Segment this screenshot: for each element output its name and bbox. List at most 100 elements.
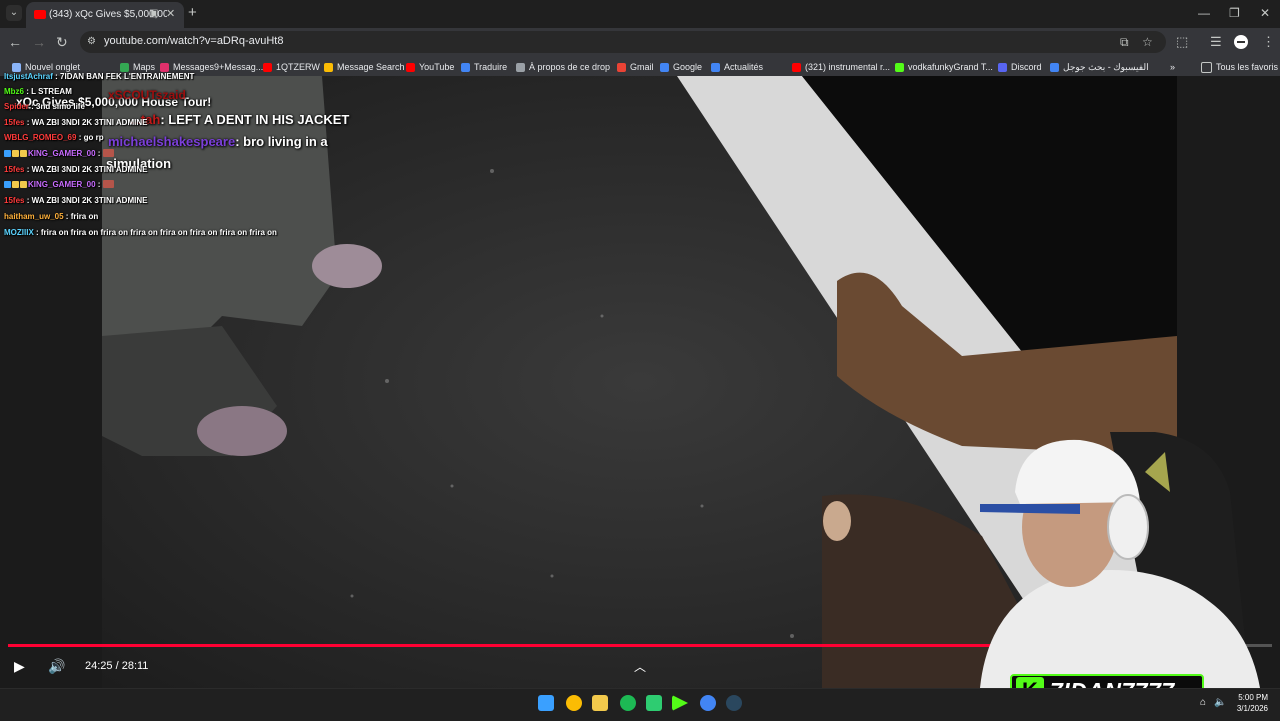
chat-text: : [95,180,103,189]
bookmark-label: Maps [133,62,156,72]
chat-message: WBLG_ROMEO_69 : go rp [4,133,104,142]
bookmark-item[interactable]: Discord [998,60,1042,74]
emote-icon [102,149,114,157]
menu-icon[interactable]: ⋮ [1262,34,1275,50]
chat-badge-icon [4,150,11,157]
overlay-chat-user: xSCOUTszaid [108,88,186,102]
play-icon[interactable]: ▶ [14,658,25,675]
chat-message: 15fes : WA ZBI 3NDI 2K 3TINI ADMINE [4,118,147,127]
bookmark-item[interactable]: vodkafunkyGrand T... [895,60,993,74]
bookmark-item[interactable]: YouTube [406,60,454,74]
back-icon[interactable]: ← [8,34,22,50]
youtube-icon [406,62,415,72]
current-time: 24:25 [85,660,113,672]
chat-username: WBLG_ROMEO_69 [4,133,77,142]
overlay-chat-line: michaelshakespeare: bro living in a [108,134,328,149]
duration: 28:11 [121,660,149,672]
site-info-icon[interactable]: ⚙ [87,36,96,47]
grid-icon [12,62,21,72]
bookmark-label: 1QTZERW [276,62,320,72]
bookmark-item[interactable]: الفيسبوك - بحث جوجل [1050,60,1149,74]
bookmark-item[interactable]: (321) instrumental r... [792,60,890,74]
bookmark-label: YouTube [419,62,455,72]
close-tab-icon[interactable]: ✕ [166,7,175,20]
bookmark-label: Messages9+Messag... [173,62,264,72]
chat-text: : 3nd simo life [28,102,85,111]
bookmark-label: Traduire [474,62,508,72]
spotify-icon[interactable] [620,695,636,711]
maps-icon [120,62,129,72]
bookmark-item[interactable]: Message Search [324,60,405,74]
profile-avatar[interactable] [1234,35,1248,49]
close-window-icon[interactable]: ✕ [1260,6,1270,20]
chat-text: : [95,149,103,158]
news-icon [711,62,720,72]
chat-message: ItsjustAchraf : 7IDAN BAN FEK L'ENTRAINE… [4,72,194,81]
steam-icon[interactable] [726,695,742,711]
tab-active[interactable]: (343) xQc Gives $5,000,000 ▣ ✕ [26,2,184,28]
youtube-icon [792,62,801,72]
bookmark-label: À propos de ce drop [529,62,611,72]
gmail-icon [617,62,626,72]
bookmark-label: Nouvel onglet [25,62,81,72]
bookmark-label: Message Search [337,62,405,72]
windows-start-icon[interactable] [538,695,554,711]
chat-message: KING_GAMER_00 : [4,149,115,158]
chrome-active-icon[interactable] [700,695,716,711]
bookmark-item[interactable]: 1QTZERW [263,60,320,74]
bookmark-star-icon[interactable]: ☆ [1142,35,1153,49]
bookmark-item[interactable]: Gmail [617,60,654,74]
system-clock[interactable]: 5:00 PM 3/1/2026 [1226,692,1268,714]
bookmark-label: Google [673,62,703,72]
chat-message: haitham_uw_05 : frira on [4,212,98,221]
restore-icon[interactable]: ❐ [1229,6,1240,20]
progress-fill [8,644,1103,647]
tab-search-button[interactable]: ⌄ [6,5,22,21]
discord-icon [998,62,1007,72]
all-bookmarks[interactable]: Tous les favoris [1201,60,1278,74]
emote-icon [102,180,114,188]
forward-icon[interactable]: → [32,34,46,50]
translate-icon [461,62,470,72]
folder-icon [1201,61,1212,73]
speaker-icon[interactable]: 🔈 [1214,697,1226,708]
chat-badge-icon [20,150,27,157]
globe-icon [516,62,525,72]
instagram-icon [160,62,169,72]
chrome-icon[interactable] [566,695,582,711]
new-tab-button[interactable]: + [188,5,197,21]
chat-username: 15fes [4,118,25,127]
media-control-icon[interactable]: ▣ [149,8,158,19]
chevron-up-icon[interactable]: ︿ [634,658,646,675]
chat-username: KING_GAMER_00 [28,180,96,189]
bookmark-label: Discord [1011,62,1042,72]
chat-badge-icon [4,181,11,188]
chat-message: MOZIIIX : frira on frira on frira on fri… [4,228,277,237]
chat-text: : L STREAM [24,87,72,96]
chat-badge-icon [20,181,27,188]
chat-username: Mbz6 [4,87,24,96]
bookmark-item[interactable]: Actualités [711,60,763,74]
chat-badge-icon [12,150,19,157]
chat-message: KING_GAMER_00 : [4,180,115,189]
reload-icon[interactable]: ↻ [56,34,68,50]
file-explorer-icon[interactable] [592,695,608,711]
bookmarks-overflow-icon[interactable]: » [1170,60,1175,74]
chat-username: 15fes [4,196,25,205]
bookmark-label: vodkafunkyGrand T... [908,62,993,72]
address-bar[interactable]: ⚙ youtube.com/watch?v=aDRq-avuHt8 [80,31,1166,53]
minimize-icon[interactable]: — [1198,6,1210,20]
webcam-overlay [980,432,1260,688]
bookmark-item[interactable]: À propos de ce drop [516,60,610,74]
network-icon[interactable]: ⌂ [1200,697,1206,708]
chat-username: 15fes [4,165,25,174]
bookmark-label: (321) instrumental r... [805,62,891,72]
volume-icon[interactable]: 🔊 [48,658,65,675]
bookmark-item[interactable]: Google [660,60,702,74]
extensions-icon[interactable]: ⬚ [1176,34,1188,50]
chat-text: : WA ZBI 3NDI 2K 3TINI ADMINE [24,118,148,127]
bookmark-item[interactable]: Traduire [461,60,507,74]
kick-app-icon[interactable] [646,695,662,711]
install-app-icon[interactable]: ⧉ [1120,35,1129,50]
media-queue-icon[interactable]: ☰ [1210,34,1222,50]
